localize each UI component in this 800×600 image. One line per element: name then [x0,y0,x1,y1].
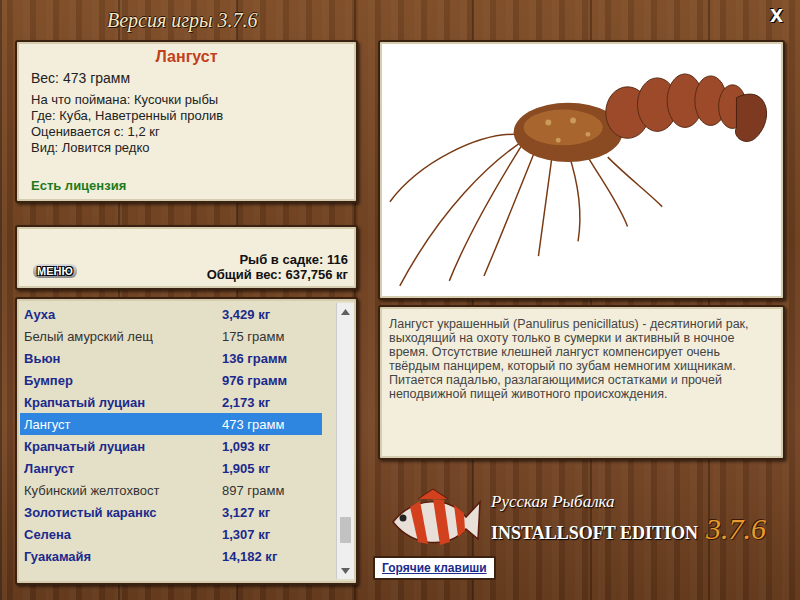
left-column: Лангуст Вес: 473 грамм На что поймана: Кус… [15,40,358,600]
right-column: Лангуст украшенный (Panulirus penicillat… [378,40,785,600]
fish-name-cell: Крапчатый луциан [20,395,222,410]
fish-name-cell: Лангуст [20,461,222,476]
logo-line: INSTALLSOFT EDITION 3.7.6 [491,512,766,546]
fish-name-cell: Крапчатый луциан [20,439,222,454]
catch-row[interactable]: Белый амурский лещ175 грамм [20,325,322,347]
logo-text: Русская Рыбалка INSTALLSOFT EDITION 3.7.6 [491,492,766,546]
fish-name-cell: Гуакамайя [20,549,222,564]
scroll-down-button[interactable] [337,562,354,579]
catch-row[interactable]: Лангуст473 грамм [20,413,322,435]
scrollbar[interactable] [336,303,354,579]
fish-name-cell: Золотистый каранкс [20,505,222,520]
fish-weight-cell: 136 грамм [222,351,287,366]
scroll-up-button[interactable] [337,303,354,320]
total-weight: Общий вес: 637,756 кг [207,267,348,282]
bottom-area: Русская РыбалкаINSTALLSOFT EDITION3.7.6Г… [378,460,785,600]
fish-name-cell: Вьюн [20,351,222,366]
fish-name-cell: Ауха [20,307,222,322]
catch-row[interactable]: Селена1,307 кг [20,523,322,545]
fish-weight-cell: 2,173 кг [222,395,270,410]
fish-weight-cell: 1,093 кг [222,439,270,454]
fish-weight: Вес: 473 грамм [31,70,342,86]
fish-weight-cell: 1,307 кг [222,527,270,542]
hotkeys-button[interactable]: Горячие клавиши [373,556,496,580]
lobster-photo-icon [380,42,783,298]
catch-row[interactable]: Крапчатый луциан2,173 кг [20,391,322,413]
fish-logo-icon [388,487,483,551]
catch-row[interactable]: Бумпер976 грамм [20,369,322,391]
scroll-track[interactable] [337,320,354,562]
logo-title: Русская Рыбалка [491,492,766,512]
fish-weight-cell: 976 грамм [222,373,287,388]
scroll-thumb[interactable] [340,517,351,543]
fish-name: Лангуст [31,48,342,66]
catch-row[interactable]: Кубинский желтохвост897 грамм [20,479,322,501]
title-bar: Версия игры 3.7.6 X [15,0,785,40]
fish-weight-cell: 3,429 кг [222,307,270,322]
catch-row[interactable]: Ауха3,429 кг [20,303,322,325]
fish-weight-cell: 3,127 кг [222,505,270,520]
fish-weight-cell: 473 грамм [222,417,284,432]
game-logo: Русская Рыбалка INSTALLSOFT EDITION 3.7.6 [388,484,785,554]
fish-count: Рыб в садке: 116 [207,252,348,267]
catch-row[interactable]: Лангуст1,905 кг [20,457,322,479]
fish-weight-cell: 1,905 кг [222,461,270,476]
keepnet-stats: Рыб в садке: 116Общий вес: 637,756 кг [207,252,348,282]
menu-button[interactable]: МЕНЮ [33,264,77,278]
catch-row[interactable]: Крапчатый луциан1,093 кг [20,435,322,457]
game-window: Версия игры 3.7.6 X Лангуст Вес: 473 грамм Н… [0,0,800,600]
catch-rows: Ауха3,429 кгБелый амурский лещ175 граммВ… [20,303,322,579]
track-space [337,322,354,517]
arrow-up-icon [341,309,350,315]
catch-row[interactable]: Гуакамайя14,182 кг [20,545,322,567]
catch-list: Ауха3,429 кгБелый амурский лещ175 граммВ… [15,297,358,585]
fish-detail: Где: Куба, Наветренный пролив [31,108,342,124]
catch-row[interactable]: Золотистый каранкс3,127 кг [20,501,322,523]
keepnet-panel: МЕНЮ Рыб в садке: 116Общий вес: 637,756 к… [15,225,358,290]
logo-edition: INSTALLSOFT EDITION [491,523,698,544]
fish-name-cell: Кубинский желтохвост [20,483,222,498]
window-title: Версия игры 3.7.6 [107,9,258,32]
fish-name-cell: Белый амурский лещ [20,329,222,344]
fish-name-cell: Бумпер [20,373,222,388]
fish-weight-cell: 175 грамм [222,329,284,344]
arrow-down-icon [341,568,350,574]
license-status: Есть лицензия [31,178,342,193]
fish-detail: Оценивается с: 1,2 кг [31,124,342,140]
fish-description: Лангуст украшенный (Panulirus penicillat… [378,305,785,460]
fish-detail: Вид: Ловится редко [31,140,342,156]
fish-name-cell: Селена [20,527,222,542]
fish-weight-cell: 14,182 кг [222,549,277,564]
logo-version: 3.7.6 [706,512,766,546]
fish-name-cell: Лангуст [20,417,222,432]
close-button[interactable]: X [770,6,783,26]
fish-photo [378,40,785,300]
fish-detail: На что поймана: Кусочки рыбы [31,92,342,108]
catch-row[interactable]: Вьюн136 грамм [20,347,322,369]
track-space [337,543,354,560]
fish-card: Лангуст Вес: 473 грамм На что поймана: Кус… [15,40,358,203]
fish-weight-cell: 897 грамм [222,483,284,498]
main-area: Лангуст Вес: 473 грамм На что поймана: Кус… [15,40,785,600]
